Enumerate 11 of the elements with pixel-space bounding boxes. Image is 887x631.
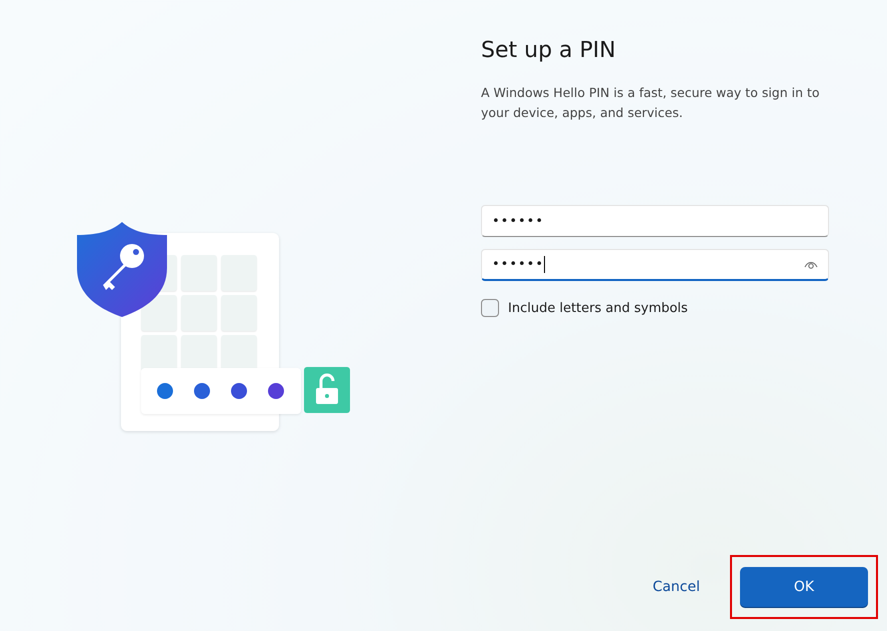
reveal-eye-icon[interactable] — [804, 260, 818, 270]
ok-button[interactable]: OK — [740, 567, 868, 607]
checkbox[interactable] — [481, 299, 499, 317]
cancel-button[interactable]: Cancel — [646, 573, 706, 601]
checkbox-label: Include letters and symbols — [508, 300, 688, 316]
shield-key-icon — [75, 220, 169, 318]
pin-field[interactable]: •••••• — [481, 249, 829, 281]
description-text: A Windows Hello PIN is a fast, secure way to sign in to your device, apps, and services. — [481, 84, 821, 122]
unlock-icon — [304, 367, 350, 413]
page-title: Set up a PIN — [481, 38, 617, 63]
pin-field[interactable]: •••••• — [481, 205, 829, 237]
